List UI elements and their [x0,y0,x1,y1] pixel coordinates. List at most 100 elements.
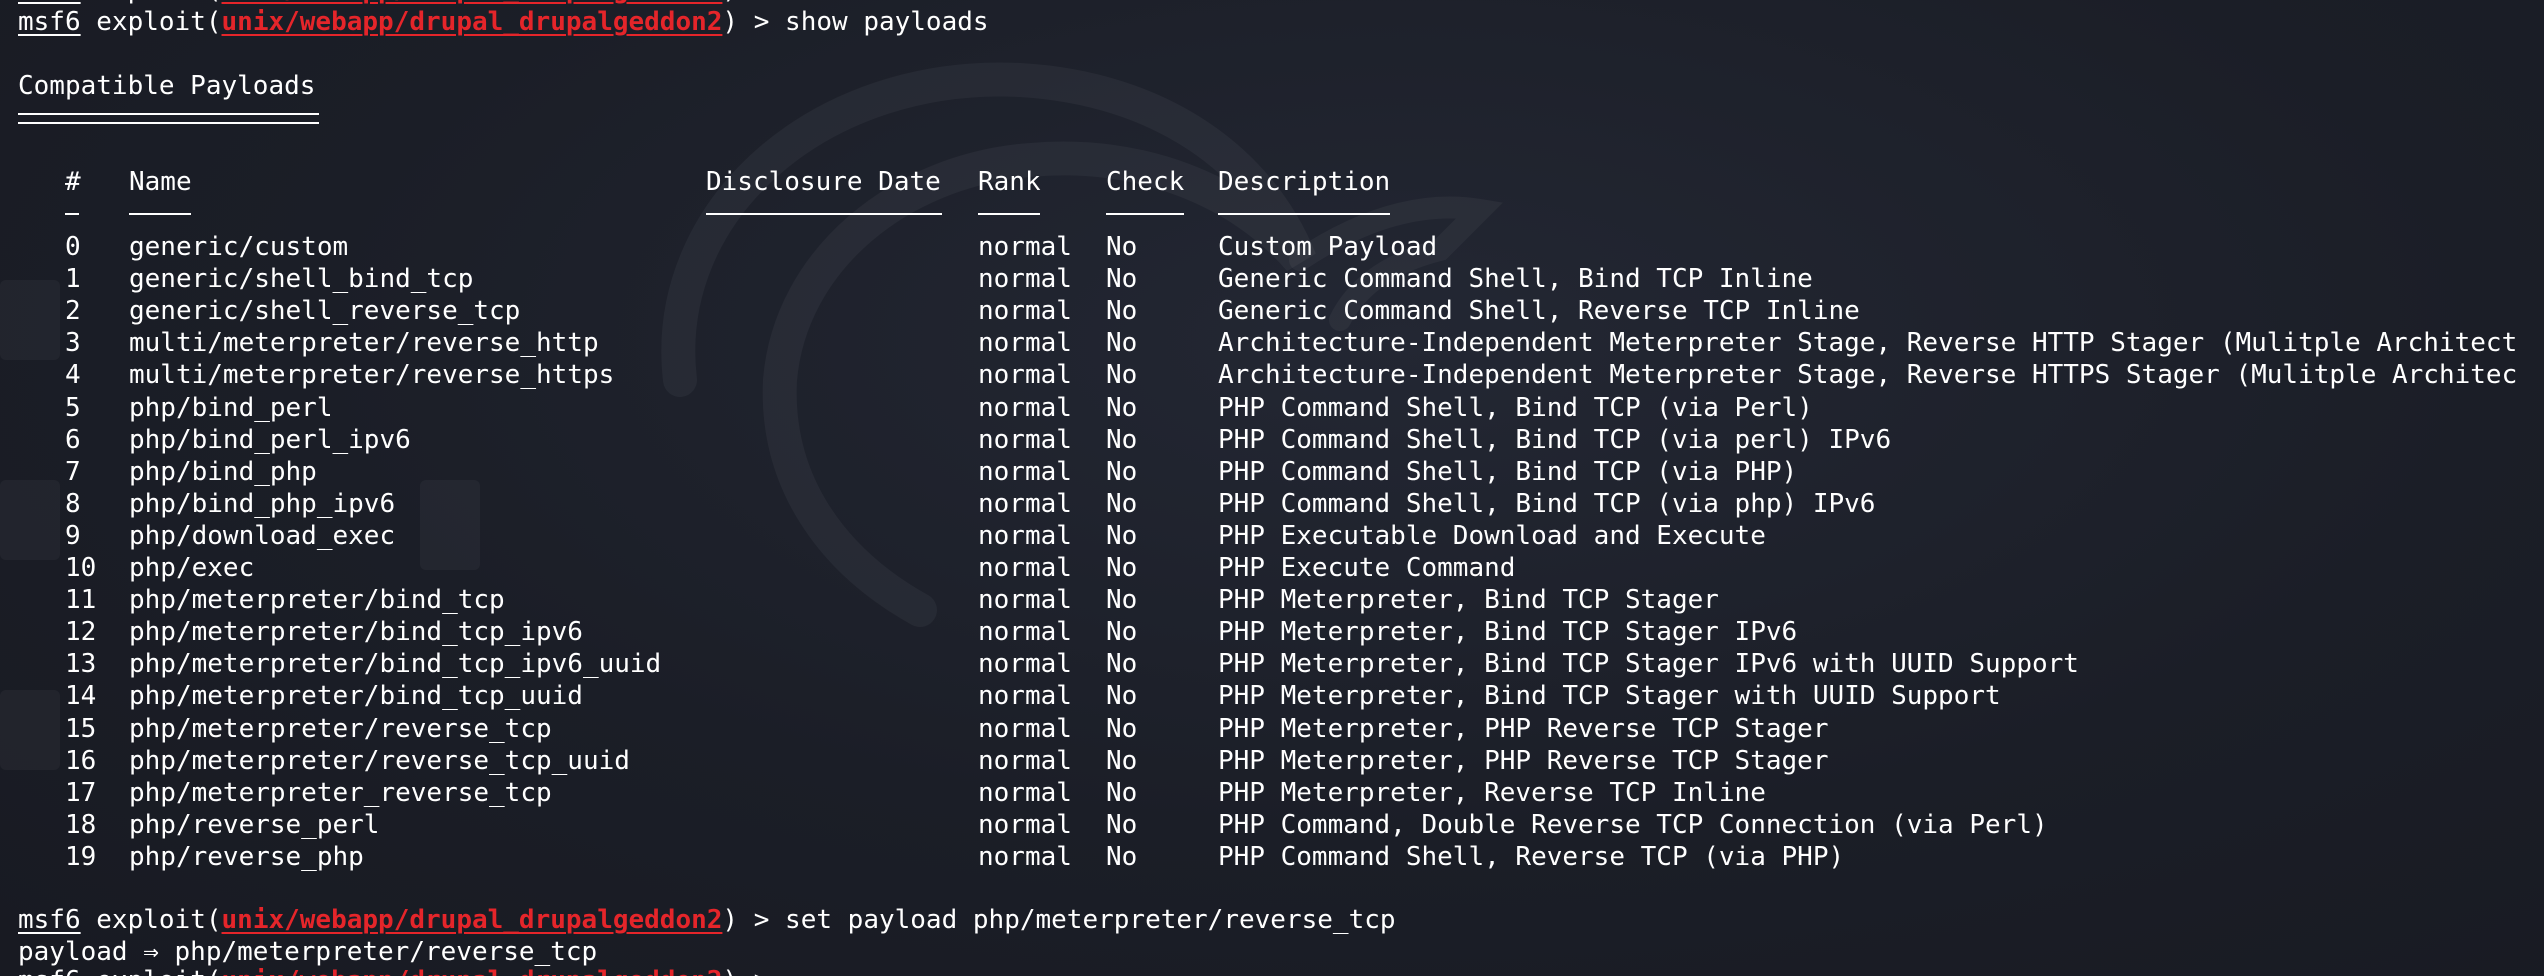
payload-number: 9 [65,521,81,551]
payload-name: multi/meterpreter/reverse_http [129,328,599,358]
payload-name: generic/shell_bind_tcp [129,264,474,294]
payload-rank: normal [978,521,1072,551]
header-rule-disclosure-date [706,213,942,215]
payload-name: php/bind_perl [129,393,333,423]
payload-name: php/meterpreter_reverse_tcp [129,778,552,808]
payload-check: No [1106,393,1138,423]
payload-number: 13 [65,649,97,679]
payload-check: No [1106,649,1138,679]
payload-rank: normal [978,778,1072,808]
payload-check: No [1106,617,1138,647]
payload-description: PHP Command, Double Reverse TCP Connecti… [1218,810,2048,840]
payload-name: php/meterpreter/bind_tcp_ipv6_uuid [129,649,662,679]
payload-check: No [1106,425,1138,455]
ghost-desktop-icon [0,690,60,770]
payload-number: 6 [65,425,81,455]
payload-name: php/reverse_php [129,842,364,872]
payload-check: No [1106,457,1138,487]
payload-check: No [1106,681,1138,711]
payload-name: php/exec [129,553,255,583]
payload-rank: normal [978,553,1072,583]
header-rule-check [1106,213,1184,215]
payload-number: 7 [65,457,81,487]
column-header-rank: Rank [978,167,1041,197]
payload-description: Custom Payload [1218,232,1438,262]
payload-name: php/meterpreter/bind_tcp [129,585,505,615]
payload-rank: normal [978,714,1072,744]
payload-number: 4 [65,360,81,390]
prompt-suffix: ) > [722,0,785,5]
terminal-window[interactable]: msf6 exploit(unix/webapp/drupal_drupalge… [0,0,2544,976]
column-header-disclosure-date: Disclosure Date [706,167,941,197]
payload-check: No [1106,328,1138,358]
payload-description: PHP Meterpreter, Bind TCP Stager [1218,585,1719,615]
payload-name: multi/meterpreter/reverse_https [129,360,615,390]
prompt-line-partial-top: msf6 exploit(unix/webapp/drupal_drupalge… [18,0,785,6]
ghost-desktop-icon [0,480,60,560]
payload-name: php/bind_perl_ipv6 [129,425,411,455]
payload-description: PHP Command Shell, Bind TCP (via PHP) [1218,457,1798,487]
payload-check: No [1106,264,1138,294]
payload-rank: normal [978,681,1072,711]
payload-description: PHP Execute Command [1218,553,1516,583]
column-header-number: # [65,167,81,197]
payload-check: No [1106,746,1138,776]
prompt-exploit-prefix: exploit( [81,966,221,976]
command-text: set payload php/meterpreter/reverse_tcp [785,905,1396,935]
payload-check: No [1106,232,1138,262]
payload-check: No [1106,714,1138,744]
payload-name: php/bind_php [129,457,317,487]
payload-number: 19 [65,842,97,872]
msf-prompt-label: msf6 [18,7,81,37]
prompt-module-name: unix/webapp/drupal_drupalgeddon2 [221,905,723,935]
prompt-module-name: unix/webapp/drupal_drupalgeddon2 [222,966,723,976]
prompt-line-partial: msf6 exploit(unix/webapp/drupal_drupalge… [18,965,785,976]
payload-number: 18 [65,810,97,840]
payload-description: PHP Command Shell, Bind TCP (via Perl) [1218,393,1813,423]
payload-number: 1 [65,264,81,294]
payload-number: 10 [65,553,97,583]
column-header-description: Description [1218,167,1391,197]
payload-name: php/download_exec [129,521,396,551]
payload-description: Generic Command Shell, Reverse TCP Inlin… [1218,296,1860,326]
prompt-module-name: unix/webapp/drupal_drupalgeddon2 [221,7,723,37]
payload-check: No [1106,360,1138,390]
prompt-suffix: ) > [722,7,786,37]
prompt-line-set-payload: msf6 exploit(unix/webapp/drupal_drupalge… [18,904,1396,936]
payload-rank: normal [978,810,1072,840]
payload-rank: normal [978,617,1072,647]
payload-number: 15 [65,714,97,744]
header-rule-description [1218,213,1390,215]
header-rule-rank [978,213,1040,215]
payload-number: 2 [65,296,81,326]
command-text: show payloads [785,7,989,37]
msf-prompt-label: msf6 [18,0,81,5]
payload-description: PHP Meterpreter, Bind TCP Stager with UU… [1218,681,2001,711]
payload-number: 3 [65,328,81,358]
payload-description: Architecture-Independent Meterpreter Sta… [1218,328,2518,358]
payload-number: 8 [65,489,81,519]
payload-rank: normal [978,328,1072,358]
column-header-check: Check [1106,167,1185,197]
payload-description: PHP Meterpreter, PHP Reverse TCP Stager [1218,746,1829,776]
payload-description: PHP Meterpreter, Bind TCP Stager IPv6 wi… [1218,649,2079,679]
payload-rank: normal [978,264,1072,294]
payload-number: 17 [65,778,97,808]
payload-description: PHP Meterpreter, Reverse TCP Inline [1218,778,1766,808]
payload-check: No [1106,489,1138,519]
payload-rank: normal [978,746,1072,776]
payload-name: php/meterpreter/bind_tcp_ipv6 [129,617,583,647]
payload-name: php/reverse_perl [129,810,380,840]
payload-rank: normal [978,360,1072,390]
payload-check: No [1106,296,1138,326]
payload-check: No [1106,778,1138,808]
payload-description: PHP Command Shell, Bind TCP (via php) IP… [1218,489,1876,519]
payload-rank: normal [978,489,1072,519]
payload-rank: normal [978,585,1072,615]
payload-description: PHP Command Shell, Reverse TCP (via PHP) [1218,842,1845,872]
payload-number: 12 [65,617,97,647]
ghost-desktop-icon [420,480,480,570]
payload-check: No [1106,585,1138,615]
payload-check: No [1106,810,1138,840]
payload-rank: normal [978,649,1072,679]
